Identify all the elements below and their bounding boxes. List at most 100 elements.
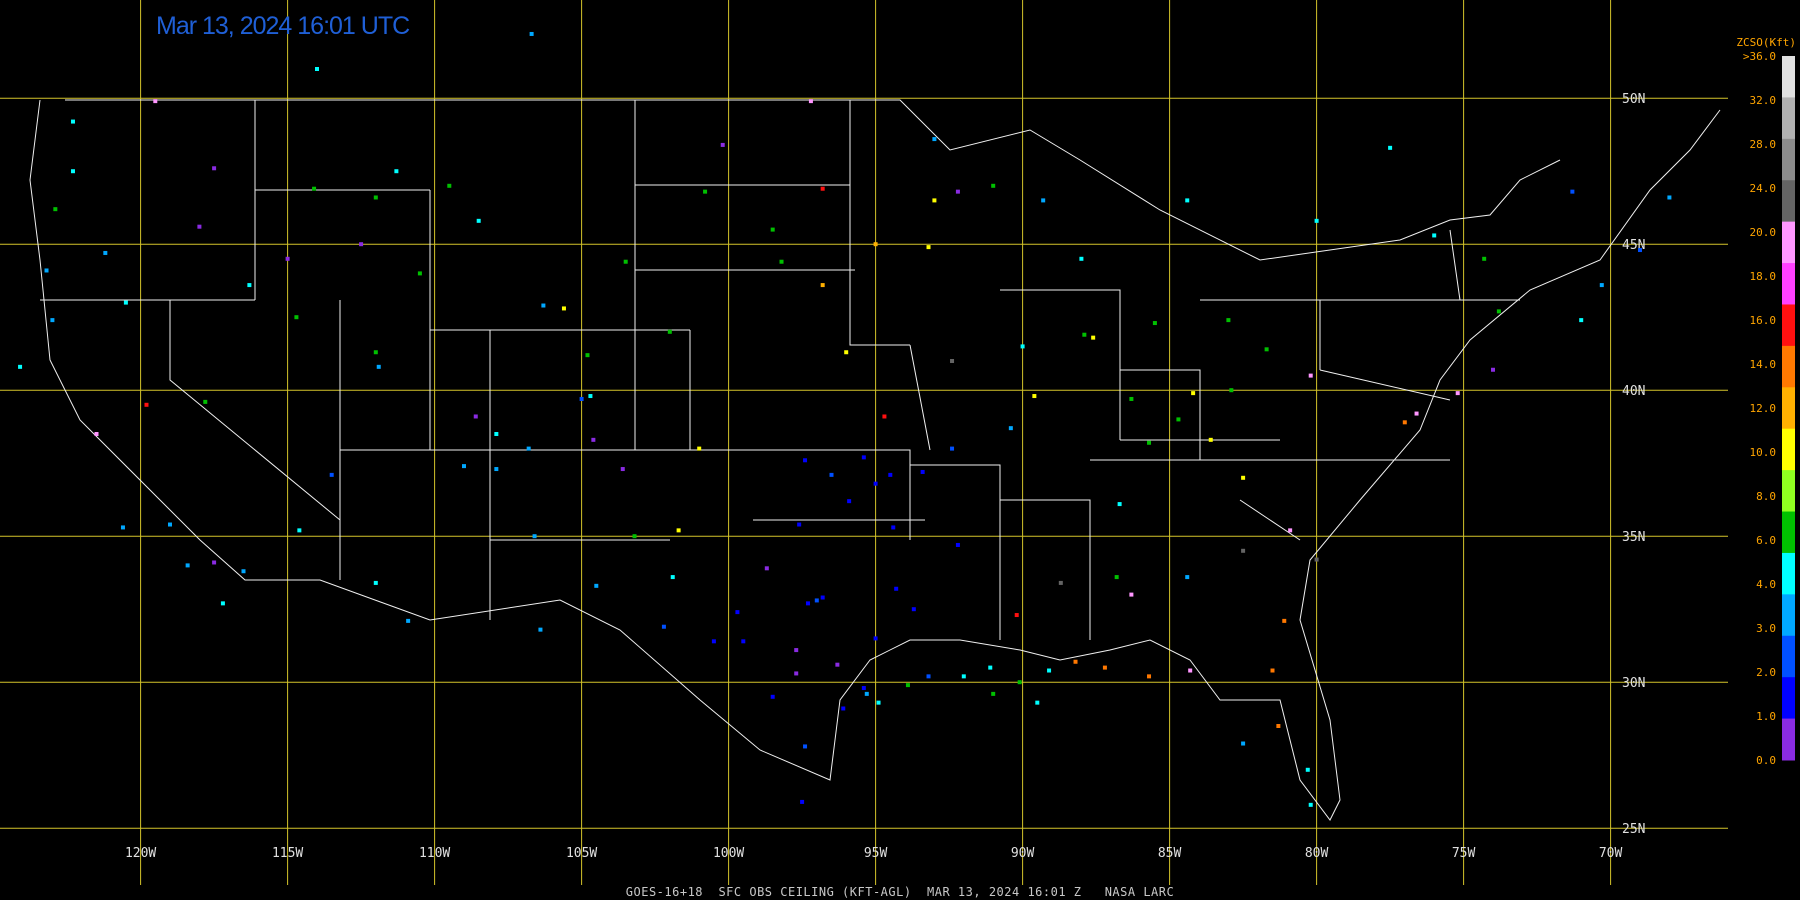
station-marker [1402, 420, 1407, 425]
station-marker [770, 694, 775, 699]
station-marker [1638, 248, 1642, 253]
station-marker [1491, 367, 1495, 372]
station-marker [1308, 802, 1313, 807]
station-marker [494, 432, 499, 436]
station-marker [623, 259, 628, 264]
station-marker [538, 627, 543, 632]
station-marker [800, 799, 805, 804]
station-marker [394, 169, 399, 174]
lon-label: 115W [272, 846, 303, 861]
station-marker [861, 455, 866, 460]
station-marker [876, 700, 881, 705]
station-marker [1264, 347, 1269, 352]
station-marker [1185, 198, 1190, 203]
colorbar-swatch [1782, 718, 1795, 761]
station-marker [703, 189, 708, 194]
colorbar-label: >36.0 [1743, 50, 1776, 63]
station-marker [153, 99, 158, 104]
station-marker [579, 396, 584, 401]
station-marker [1082, 332, 1087, 337]
lon-label: 90W [1011, 846, 1035, 861]
station-marker [1432, 233, 1437, 238]
state-boundaries [29, 99, 1721, 821]
station-marker [185, 563, 190, 568]
colorbar-label: 16.0 [1750, 314, 1777, 327]
satellite-map: 120W 115W 110W 105W 100W 95W 90W 85W 80W 75W 70W 50… [0, 0, 1796, 885]
station-marker [1073, 659, 1078, 664]
colorbar-swatch [1782, 387, 1795, 430]
station-marker [1208, 437, 1213, 442]
station-marker [494, 467, 499, 472]
station-marker [1102, 665, 1107, 670]
station-marker [526, 446, 531, 451]
station-marker [803, 744, 808, 749]
station-marker [1058, 580, 1063, 585]
station-marker [1388, 145, 1393, 150]
station-marker [920, 469, 925, 474]
state-lines-central [634, 100, 1201, 640]
lat-label: 40N [1622, 384, 1645, 399]
colorbar-swatch [1782, 345, 1795, 388]
colorbar-label: 10.0 [1750, 446, 1777, 459]
station-marker [359, 242, 364, 247]
station-marker [991, 183, 996, 188]
station-marker [955, 189, 960, 194]
station-marker [241, 569, 246, 574]
station-marker [220, 601, 225, 606]
station-marker [797, 522, 802, 527]
station-marker [591, 437, 596, 442]
station-marker [864, 691, 869, 696]
lon-label: 110W [419, 846, 450, 861]
station-marker [1152, 321, 1157, 326]
station-marker [894, 586, 899, 591]
station-marker [297, 528, 302, 533]
station-marker [203, 399, 208, 404]
station-marker [373, 195, 378, 200]
colorbar-label: 6.0 [1756, 534, 1776, 547]
colorbar-label: 12.0 [1750, 402, 1777, 415]
station-marker [376, 364, 381, 369]
station-marker [1414, 411, 1419, 416]
station-marker [1667, 195, 1672, 200]
station-marker [1288, 528, 1293, 533]
station-marker [676, 528, 681, 533]
colorbar-label: 4.0 [1756, 578, 1776, 591]
colorbar-swatch [1782, 97, 1795, 140]
station-marker [594, 583, 599, 588]
lon-label: 100W [713, 846, 744, 861]
station-marker [70, 119, 75, 124]
colorbar-swatch [1782, 221, 1795, 264]
station-marker [873, 636, 878, 641]
station-marker [447, 183, 452, 188]
station-marker [44, 268, 49, 273]
station-marker [212, 166, 217, 171]
station-marker [926, 674, 931, 679]
colorbar-label: 18.0 [1750, 270, 1777, 283]
station-markers [18, 31, 1672, 807]
station-marker [888, 472, 893, 477]
station-marker [247, 283, 252, 288]
lon-label: 105W [566, 846, 597, 861]
colorbar-swatch [1782, 677, 1795, 720]
station-marker [820, 186, 825, 191]
station-marker [1270, 668, 1275, 673]
station-marker [1008, 426, 1013, 431]
colorbar-label: 8.0 [1756, 490, 1776, 503]
station-marker [1035, 700, 1040, 705]
station-marker [103, 250, 108, 255]
colorbar-swatch [1782, 635, 1795, 678]
station-marker [529, 31, 534, 36]
station-marker [720, 142, 725, 147]
station-marker [847, 499, 852, 504]
station-marker [955, 542, 960, 547]
station-marker [1047, 668, 1052, 673]
station-marker [620, 467, 625, 472]
station-marker [794, 648, 799, 653]
lon-label: 75W [1452, 846, 1476, 861]
colorbar-label: 3.0 [1756, 622, 1776, 635]
station-marker [805, 601, 810, 606]
station-marker [1229, 388, 1234, 393]
lon-label: 80W [1305, 846, 1329, 861]
station-marker [285, 256, 290, 261]
station-marker [1455, 391, 1460, 396]
